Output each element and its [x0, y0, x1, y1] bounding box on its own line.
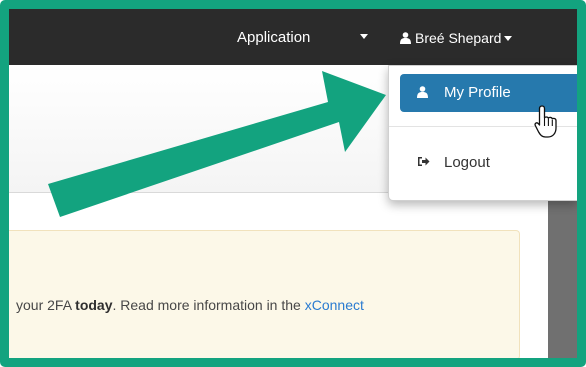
user-name: Breé Shepard [415, 30, 502, 46]
alert-text-bold: today [75, 297, 113, 313]
alert-message: your 2FA today. Read more information in… [16, 297, 364, 313]
nav-application-menu[interactable]: Application [237, 9, 310, 65]
hand-pointer-icon [534, 105, 557, 138]
chevron-down-icon [504, 36, 513, 41]
scrollbar[interactable] [548, 192, 577, 358]
menu-item-logout[interactable]: Logout [400, 146, 577, 180]
chevron-down-icon[interactable] [360, 34, 368, 39]
xconnect-link[interactable]: xConnect [305, 297, 364, 313]
menu-item-label: Logout [444, 154, 490, 171]
warning-alert: your 2FA today. Read more information in… [9, 230, 520, 358]
alert-text-after: . Read more information in the [112, 297, 305, 313]
main-content: your 2FA today. Read more information in… [9, 193, 548, 358]
sign-out-icon [417, 146, 430, 180]
top-navbar: Application Breé Shepard [9, 9, 577, 65]
nav-user-menu[interactable]: Breé Shepard [400, 9, 513, 68]
user-icon [400, 10, 411, 68]
menu-item-label: My Profile [444, 84, 511, 101]
user-icon [417, 74, 428, 112]
screenshot-frame: Application Breé Shepard your 2FA today.… [0, 0, 586, 367]
alert-text-before: your 2FA [16, 297, 76, 313]
